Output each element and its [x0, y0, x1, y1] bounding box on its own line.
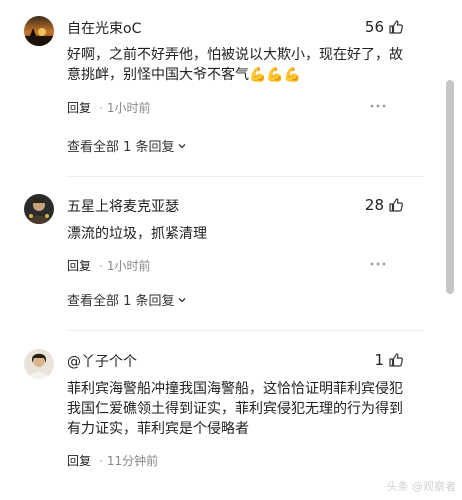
thumbs-up-icon — [389, 20, 403, 34]
scrollbar-thumb[interactable] — [446, 80, 454, 294]
reply-button[interactable]: 回复 — [67, 452, 91, 469]
like-count: 56 — [364, 18, 384, 36]
comment-body: 好啊，之前不好弄他，怕被说以大欺小，现在好了，故意挑衅，别怪中国大爷不客气 — [67, 47, 403, 83]
comment-text: 漂流的垃圾，抓紧清理 — [67, 226, 207, 242]
divider — [67, 330, 424, 331]
muscle-emoji: 💪💪💪 — [249, 67, 302, 83]
avatar[interactable] — [24, 349, 54, 379]
reply-button[interactable]: 回复 — [67, 257, 91, 274]
comment-text: 菲利宾海警船冲撞我国海警船，这恰恰证明菲利宾侵犯我国仁爱礁领土得到证实，菲利宾侵… — [67, 381, 403, 437]
like-button[interactable]: 56 — [365, 18, 404, 36]
comment-meta: 回复 · 11分钟前 — [67, 452, 158, 469]
thumbs-up-icon — [389, 353, 403, 367]
like-count: 28 — [364, 196, 384, 214]
separator-dot: · — [99, 100, 103, 115]
view-all-replies[interactable]: 查看全部 1 条回复 — [67, 136, 187, 155]
username[interactable]: 五星上将麦克亚瑟 — [67, 196, 179, 216]
like-button[interactable]: 1 — [374, 351, 404, 369]
timestamp: 11分钟前 — [106, 454, 159, 468]
more-dots-icon[interactable] — [370, 262, 386, 266]
avatar[interactable] — [24, 16, 54, 46]
comment-meta: 回复 · 1小时前 — [67, 257, 150, 274]
reply-button[interactable]: 回复 — [67, 99, 91, 116]
separator-dot: · — [99, 258, 103, 273]
separator-dot: · — [99, 453, 103, 468]
comment-meta: 回复 · 1小时前 — [67, 99, 150, 116]
more-dots-icon[interactable] — [370, 104, 386, 108]
username[interactable]: 自在光束oC — [67, 18, 141, 38]
like-count: 1 — [374, 351, 384, 369]
username[interactable]: @丫子个个 — [67, 351, 137, 371]
watermark: 头条 @观察者 — [386, 480, 457, 493]
view-all-replies-label: 查看全部 1 条回复 — [67, 294, 175, 309]
timestamp: 1小时前 — [106, 259, 151, 273]
timestamp: 1小时前 — [106, 101, 151, 115]
divider — [67, 176, 424, 177]
like-button[interactable]: 28 — [365, 196, 404, 214]
comment-text: 好啊，之前不好弄他，怕被说以大欺小，现在好了，故意挑衅，别怪中国大爷不客气💪💪💪 — [67, 45, 407, 85]
view-all-replies[interactable]: 查看全部 1 条回复 — [67, 290, 187, 309]
avatar[interactable] — [24, 194, 54, 224]
chevron-down-icon — [178, 297, 186, 302]
view-all-replies-label: 查看全部 1 条回复 — [67, 140, 175, 155]
comment-list-page: 自在光束oC 56 好啊，之前不好弄他，怕被说以大欺小，现在好了，故意挑衅，别怪… — [0, 0, 462, 500]
thumbs-up-icon — [389, 198, 403, 212]
chevron-down-icon — [178, 143, 186, 148]
